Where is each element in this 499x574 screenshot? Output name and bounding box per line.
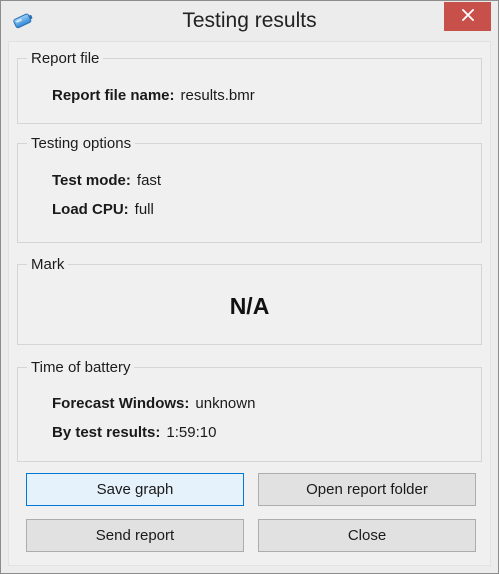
title-bar[interactable]: Testing results [1, 1, 498, 41]
testing-results-window: Testing results Report file Report file … [0, 0, 499, 574]
load-cpu-value: full [134, 201, 154, 218]
test-mode-value: fast [136, 172, 162, 189]
test-mode-row: Test mode: fast [52, 171, 161, 191]
open-report-folder-button[interactable]: Open report folder [258, 473, 476, 506]
forecast-windows-label: Forecast Windows: [52, 395, 190, 412]
mark-group: Mark N/A [17, 256, 482, 345]
load-cpu-row: Load CPU: full [52, 200, 154, 220]
close-icon [461, 8, 474, 26]
mark-legend: Mark [27, 256, 69, 274]
forecast-windows-row: Forecast Windows: unknown [52, 394, 255, 414]
load-cpu-label: Load CPU: [52, 201, 129, 218]
window-close-button[interactable] [444, 2, 491, 31]
dialog-client-area: Report file Report file name: results.bmr… [8, 41, 491, 566]
battery-time-legend: Time of battery [27, 359, 135, 377]
forecast-windows-value: unknown [195, 395, 256, 412]
send-report-button[interactable]: Send report [26, 519, 244, 552]
testing-options-group: Testing options Test mode: fast Load CPU:… [17, 135, 482, 243]
report-file-legend: Report file [27, 50, 104, 68]
close-button[interactable]: Close [258, 519, 476, 552]
save-graph-button[interactable]: Save graph [26, 473, 244, 506]
report-file-name-label: Report file name: [52, 87, 175, 104]
by-test-results-label: By test results: [52, 424, 161, 441]
window-title: Testing results [182, 9, 317, 32]
mark-value: N/A [229, 293, 270, 319]
report-file-group: Report file Report file name: results.bmr [17, 50, 482, 124]
by-test-results-value: 1:59:10 [166, 424, 217, 441]
report-file-name-value: results.bmr [180, 87, 255, 104]
report-file-name-row: Report file name: results.bmr [52, 86, 255, 106]
test-mode-label: Test mode: [52, 172, 131, 189]
testing-options-legend: Testing options [27, 135, 136, 153]
battery-time-group: Time of battery Forecast Windows: unknown… [17, 359, 482, 462]
by-test-results-row: By test results: 1:59:10 [52, 423, 216, 443]
